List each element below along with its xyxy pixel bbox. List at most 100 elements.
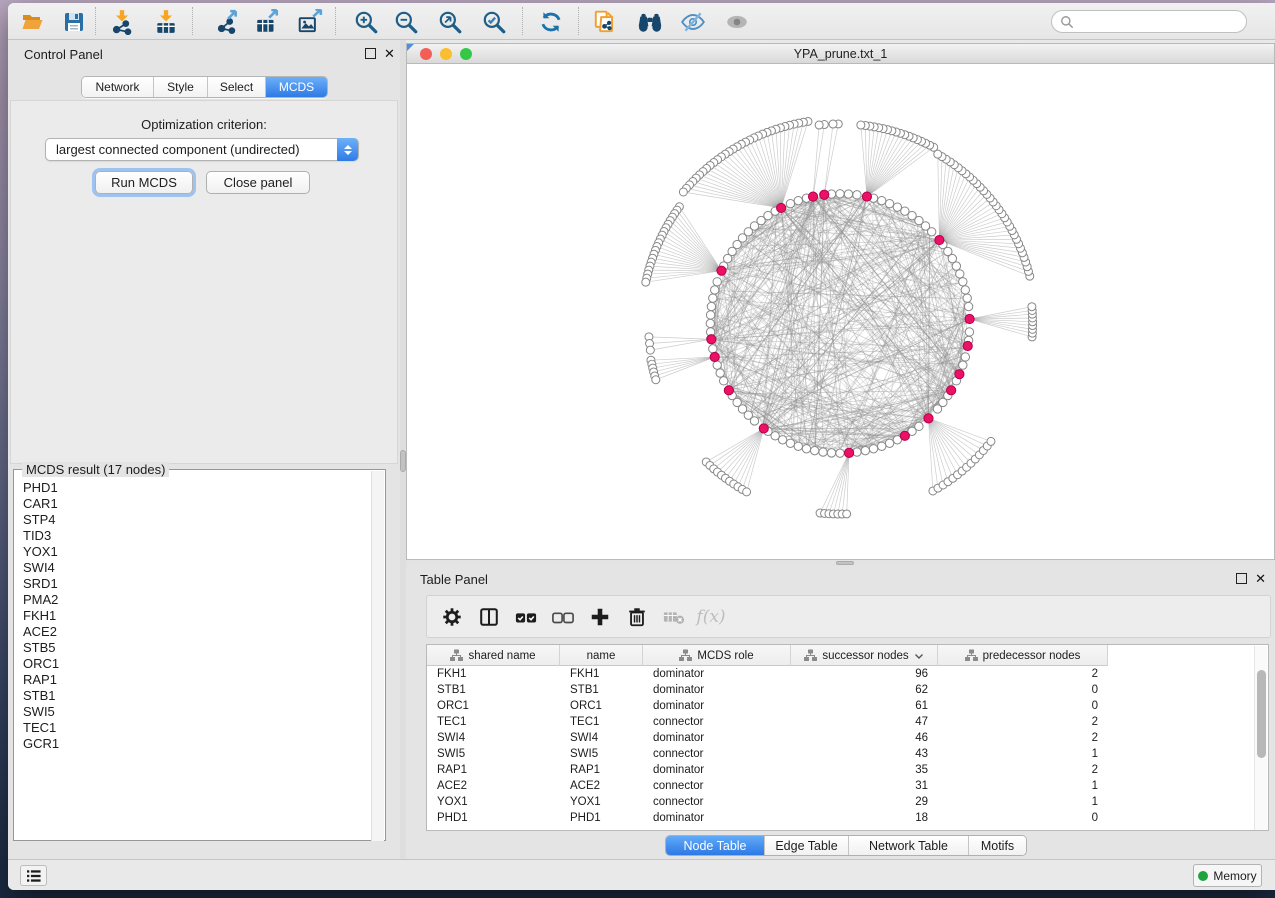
- tab-network-table[interactable]: Network Table: [849, 836, 969, 855]
- gear-icon[interactable]: [437, 602, 467, 632]
- tab-mcds[interactable]: MCDS: [266, 77, 327, 97]
- search-input[interactable]: [1079, 11, 1246, 32]
- table-row[interactable]: YOX1YOX1connector291: [427, 794, 1255, 810]
- open-folder-icon[interactable]: [14, 7, 52, 36]
- run-mcds-button[interactable]: Run MCDS: [95, 171, 193, 194]
- table-cell: 35: [791, 762, 938, 778]
- table-panel: Table Panel ✕ f(x): [406, 566, 1275, 859]
- table-cell: dominator: [643, 698, 791, 714]
- table-row[interactable]: STB1STB1dominator620: [427, 682, 1255, 698]
- result-scrollbar[interactable]: [371, 471, 384, 841]
- splitter-grip[interactable]: [836, 561, 854, 565]
- table-cell: RAP1: [560, 762, 643, 778]
- table-cell: 62: [791, 682, 938, 698]
- toolbar-separator: [95, 7, 96, 35]
- zoom-in-icon[interactable]: [347, 7, 385, 36]
- sort-desc-icon: [914, 652, 924, 660]
- mcds-result-item[interactable]: SRD1: [23, 576, 372, 592]
- table-row[interactable]: SWI4SWI4dominator462: [427, 730, 1255, 746]
- zoom-out-icon[interactable]: [387, 7, 425, 36]
- table-cell: dominator: [643, 682, 791, 698]
- split-columns-icon[interactable]: [474, 602, 504, 632]
- refresh-icon[interactable]: [532, 7, 570, 36]
- tab-edge-table[interactable]: Edge Table: [765, 836, 849, 855]
- save-icon[interactable]: [55, 7, 93, 36]
- column-header-MCDS-role[interactable]: MCDS role: [643, 645, 791, 666]
- column-header-name[interactable]: name: [560, 645, 643, 666]
- close-table-panel-icon[interactable]: ✕: [1255, 571, 1266, 587]
- mcds-result-item[interactable]: SWI5: [23, 704, 372, 720]
- tab-select[interactable]: Select: [208, 77, 266, 97]
- mcds-result-item[interactable]: GCR1: [23, 736, 372, 752]
- deselect-all-checkboxes-icon[interactable]: [548, 602, 578, 632]
- mcds-result-item[interactable]: CAR1: [23, 496, 372, 512]
- table-cell: 61: [791, 698, 938, 714]
- table-cell: ACE2: [427, 778, 560, 794]
- table-cell: connector: [643, 794, 791, 810]
- export-table-icon[interactable]: [248, 7, 286, 36]
- copy-network-icon[interactable]: [586, 7, 624, 36]
- delete-table-icon[interactable]: [659, 602, 689, 632]
- hide-selected-icon[interactable]: [674, 7, 712, 36]
- table-scrollbar[interactable]: [1254, 646, 1267, 830]
- mcds-result-item[interactable]: ACE2: [23, 624, 372, 640]
- export-network-icon[interactable]: [208, 7, 246, 36]
- mcds-result-item[interactable]: STB1: [23, 688, 372, 704]
- export-image-icon[interactable]: [291, 7, 329, 36]
- table-row[interactable]: RAP1RAP1dominator352: [427, 762, 1255, 778]
- close-panel-button[interactable]: Close panel: [206, 171, 310, 194]
- network-window-titlebar[interactable]: YPA_prune.txt_1: [406, 43, 1275, 64]
- table-cell: 18: [791, 810, 938, 826]
- table-cell: 29: [791, 794, 938, 810]
- add-column-icon[interactable]: [585, 602, 615, 632]
- mcds-result-item[interactable]: PHD1: [23, 480, 372, 496]
- optimization-criterion-label: Optimization criterion:: [11, 117, 397, 132]
- table-row[interactable]: FKH1FKH1dominator962: [427, 666, 1255, 682]
- mcds-result-item[interactable]: STP4: [23, 512, 372, 528]
- table-row[interactable]: ACE2ACE2connector311: [427, 778, 1255, 794]
- float-panel-icon[interactable]: [365, 48, 376, 59]
- column-header-shared-name[interactable]: shared name: [427, 645, 560, 666]
- table-row[interactable]: PHD1PHD1dominator180: [427, 810, 1255, 826]
- mcds-result-item[interactable]: FKH1: [23, 608, 372, 624]
- find-binoculars-icon[interactable]: [631, 7, 669, 36]
- import-network-icon[interactable]: [103, 7, 141, 36]
- zoom-fit-icon[interactable]: [431, 7, 469, 36]
- memory-button[interactable]: Memory: [1193, 864, 1262, 887]
- mcds-result-item[interactable]: TEC1: [23, 720, 372, 736]
- tab-motifs[interactable]: Motifs: [969, 836, 1026, 855]
- mcds-result-item[interactable]: STB5: [23, 640, 372, 656]
- task-history-button[interactable]: [20, 865, 47, 886]
- select-all-checkboxes-icon[interactable]: [511, 602, 541, 632]
- show-eye-icon[interactable]: [718, 7, 756, 36]
- node-table[interactable]: shared namenameMCDS rolesuccessor nodesp…: [426, 644, 1269, 831]
- table-row[interactable]: ORC1ORC1dominator610: [427, 698, 1255, 714]
- float-table-panel-icon[interactable]: [1236, 573, 1247, 584]
- table-row[interactable]: SWI5SWI5connector431: [427, 746, 1255, 762]
- search-box[interactable]: [1051, 10, 1247, 33]
- table-row[interactable]: TEC1TEC1connector472: [427, 714, 1255, 730]
- mcds-result-item[interactable]: TID3: [23, 528, 372, 544]
- zoom-selected-icon[interactable]: [475, 7, 513, 36]
- shared-column-icon: [965, 649, 978, 662]
- function-builder-icon[interactable]: f(x): [696, 602, 726, 632]
- tab-network[interactable]: Network: [82, 77, 154, 97]
- network-graph: [407, 64, 1274, 559]
- mcds-result-item[interactable]: ORC1: [23, 656, 372, 672]
- table-cell: dominator: [643, 666, 791, 682]
- column-header-predecessor-nodes[interactable]: predecessor nodes: [938, 645, 1108, 666]
- mcds-result-item[interactable]: RAP1: [23, 672, 372, 688]
- mcds-result-item[interactable]: SWI4: [23, 560, 372, 576]
- tab-node-table[interactable]: Node Table: [666, 836, 765, 855]
- mcds-result-item[interactable]: YOX1: [23, 544, 372, 560]
- mcds-result-list[interactable]: PHD1CAR1STP4TID3YOX1SWI4SRD1PMA2FKH1ACE2…: [14, 480, 372, 840]
- column-header-successor-nodes[interactable]: successor nodes: [791, 645, 938, 666]
- optimization-criterion-select[interactable]: largest connected component (undirected): [45, 138, 359, 161]
- import-table-icon[interactable]: [147, 7, 185, 36]
- tab-style[interactable]: Style: [154, 77, 208, 97]
- mcds-result-item[interactable]: PMA2: [23, 592, 372, 608]
- close-panel-icon[interactable]: ✕: [384, 46, 395, 62]
- table-scrollbar-thumb[interactable]: [1257, 670, 1266, 758]
- delete-icon[interactable]: [622, 602, 652, 632]
- network-canvas[interactable]: [406, 64, 1275, 560]
